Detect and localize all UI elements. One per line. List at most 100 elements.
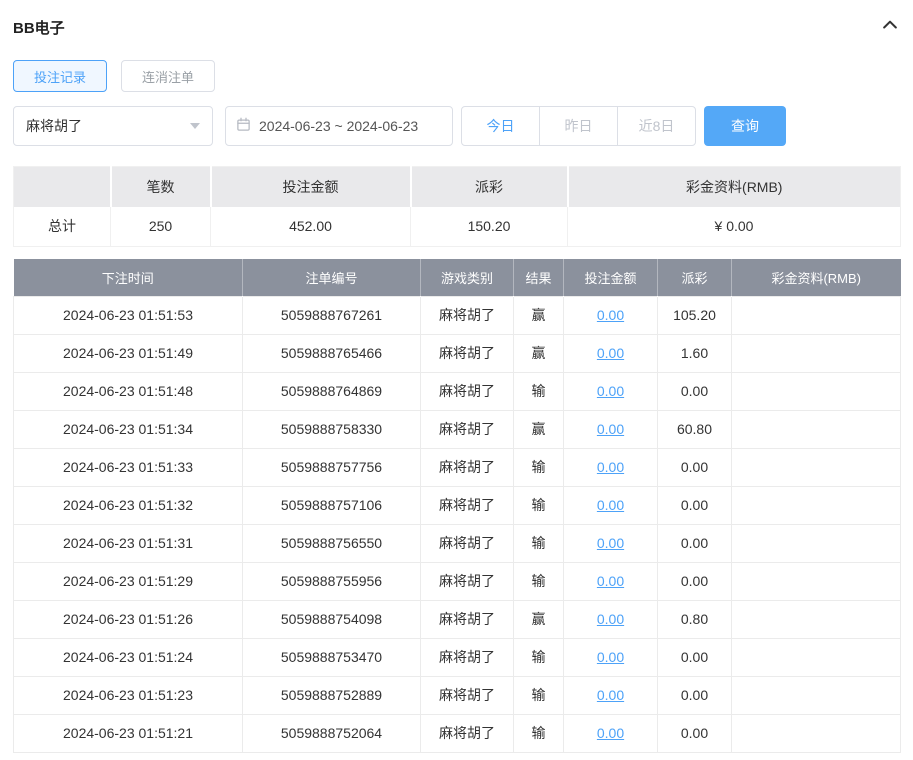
game-select[interactable]: 麻将胡了 [13, 106, 213, 146]
cell-payout: 0.00 [657, 637, 732, 677]
cell-bet_time: 2024-06-23 01:51:48 [13, 371, 243, 411]
bb-panel: BB电子 投注记录 连消注单 麻将胡了 2024-06-23 ~ 2024-06… [0, 0, 913, 753]
cell-bet_time: 2024-06-23 01:51:32 [13, 485, 243, 525]
bet-amount-link[interactable]: 0.00 [597, 535, 624, 551]
table-row: 2024-06-23 01:51:24 5059888753470 麻将胡了输 0.0… [13, 637, 901, 677]
cell-jackpot [731, 675, 901, 715]
cell-jackpot [731, 713, 901, 753]
table-row: 2024-06-23 01:51:29 5059888755956 麻将胡了输 0.0… [13, 561, 901, 601]
cell-result: 赢 [513, 333, 564, 373]
cell-bet_amount: 0.00 [563, 371, 658, 411]
bet-amount-link[interactable]: 0.00 [597, 649, 624, 665]
records-header-row: 下注时间 注单编号 游戏类别 结果 投注金额 派彩 彩金资料(RMB) [13, 259, 901, 296]
cell-payout: 0.00 [657, 713, 732, 753]
search-button[interactable]: 查询 [704, 106, 786, 146]
range-yesterday-button[interactable]: 昨日 [539, 106, 618, 146]
cell-payout: 0.00 [657, 447, 732, 487]
cell-game_type: 麻将胡了 [420, 485, 514, 525]
summary-header-bet-amount: 投注金额 [210, 166, 412, 207]
bet-amount-link[interactable]: 0.00 [597, 611, 624, 627]
cell-bet_time: 2024-06-23 01:51:49 [13, 333, 243, 373]
cell-jackpot [731, 637, 901, 677]
tab-bar: 投注记录 连消注单 [13, 60, 900, 92]
game-select-value: 麻将胡了 [26, 118, 82, 134]
header-payout: 派彩 [657, 259, 732, 296]
cell-jackpot [731, 447, 901, 487]
cell-result: 输 [513, 713, 564, 753]
cell-game_type: 麻将胡了 [420, 637, 514, 677]
cell-payout: 105.20 [657, 295, 732, 335]
table-row: 2024-06-23 01:51:31 5059888756550 麻将胡了输 0.0… [13, 523, 901, 563]
bet-amount-link[interactable]: 0.00 [597, 725, 624, 741]
bet-amount-link[interactable]: 0.00 [597, 459, 624, 475]
bet-amount-link[interactable]: 0.00 [597, 307, 624, 323]
date-range-picker[interactable]: 2024-06-23 ~ 2024-06-23 [225, 106, 453, 146]
cell-result: 输 [513, 675, 564, 715]
table-row: 2024-06-23 01:51:32 5059888757106 麻将胡了输 0.0… [13, 485, 901, 525]
cell-result: 输 [513, 485, 564, 525]
cell-bet_time: 2024-06-23 01:51:31 [13, 523, 243, 563]
cell-result: 输 [513, 371, 564, 411]
table-row: 2024-06-23 01:51:26 5059888754098 麻将胡了赢 0.0… [13, 599, 901, 639]
cell-bet_amount: 0.00 [563, 713, 658, 753]
cell-game_type: 麻将胡了 [420, 409, 514, 449]
cell-order_no: 5059888758330 [242, 409, 421, 449]
summary-header-row: 笔数 投注金额 派彩 彩金资料(RMB) [13, 166, 901, 207]
range-today-button[interactable]: 今日 [461, 106, 540, 146]
summary-table: 笔数 投注金额 派彩 彩金资料(RMB) 总计 250 452.00 150.2… [13, 166, 901, 247]
bet-amount-link[interactable]: 0.00 [597, 421, 624, 437]
cell-jackpot [731, 485, 901, 525]
records-table: 下注时间 注单编号 游戏类别 结果 投注金额 派彩 彩金资料(RMB) 2024… [13, 259, 901, 753]
cell-bet_amount: 0.00 [563, 295, 658, 335]
cell-order_no: 5059888752889 [242, 675, 421, 715]
cell-jackpot [731, 523, 901, 563]
summary-header-payout: 派彩 [410, 166, 569, 207]
bet-amount-link[interactable]: 0.00 [597, 383, 624, 399]
panel-title: BB电子 [13, 19, 65, 37]
range-last8days-button[interactable]: 近8日 [617, 106, 696, 146]
cell-order_no: 5059888755956 [242, 561, 421, 601]
cell-order_no: 5059888765466 [242, 333, 421, 373]
cell-result: 赢 [513, 599, 564, 639]
table-row: 2024-06-23 01:51:21 5059888752064 麻将胡了输 0.0… [13, 713, 901, 753]
cell-bet_time: 2024-06-23 01:51:23 [13, 675, 243, 715]
cell-bet_amount: 0.00 [563, 447, 658, 487]
header-game-type: 游戏类别 [420, 259, 514, 296]
cell-order_no: 5059888754098 [242, 599, 421, 639]
cell-order_no: 5059888764869 [242, 371, 421, 411]
cell-order_no: 5059888752064 [242, 713, 421, 753]
cell-payout: 0.00 [657, 485, 732, 525]
cell-order_no: 5059888767261 [242, 295, 421, 335]
cell-game_type: 麻将胡了 [420, 371, 514, 411]
cell-bet_amount: 0.00 [563, 409, 658, 449]
records-table-body: 2024-06-23 01:51:53 5059888767261 麻将胡了赢 0.0… [13, 295, 901, 753]
bet-amount-link[interactable]: 0.00 [597, 687, 624, 703]
cell-bet_time: 2024-06-23 01:51:33 [13, 447, 243, 487]
cell-payout: 60.80 [657, 409, 732, 449]
cell-result: 输 [513, 561, 564, 601]
cell-jackpot [731, 409, 901, 449]
summary-total-label: 总计 [13, 206, 111, 247]
cell-order_no: 5059888757756 [242, 447, 421, 487]
cell-bet_amount: 0.00 [563, 675, 658, 715]
tab-betting-records[interactable]: 投注记录 [13, 60, 108, 92]
bet-amount-link[interactable]: 0.00 [597, 345, 624, 361]
table-row: 2024-06-23 01:51:33 5059888757756 麻将胡了输 0.0… [13, 447, 901, 487]
cell-jackpot [731, 295, 901, 335]
cell-game_type: 麻将胡了 [420, 713, 514, 753]
cell-bet_time: 2024-06-23 01:51:26 [13, 599, 243, 639]
collapse-button[interactable] [880, 15, 900, 40]
tab-cancelled-orders[interactable]: 连消注单 [121, 60, 216, 92]
date-range-value: 2024-06-23 ~ 2024-06-23 [259, 118, 419, 134]
summary-header-count: 笔数 [110, 166, 212, 207]
cell-result: 输 [513, 447, 564, 487]
cell-game_type: 麻将胡了 [420, 523, 514, 563]
cell-bet_time: 2024-06-23 01:51:21 [13, 713, 243, 753]
table-row: 2024-06-23 01:51:23 5059888752889 麻将胡了输 0.0… [13, 675, 901, 715]
bet-amount-link[interactable]: 0.00 [597, 573, 624, 589]
cell-order_no: 5059888757106 [242, 485, 421, 525]
cell-jackpot [731, 371, 901, 411]
bet-amount-link[interactable]: 0.00 [597, 497, 624, 513]
cell-bet_time: 2024-06-23 01:51:53 [13, 295, 243, 335]
cell-bet_time: 2024-06-23 01:51:24 [13, 637, 243, 677]
